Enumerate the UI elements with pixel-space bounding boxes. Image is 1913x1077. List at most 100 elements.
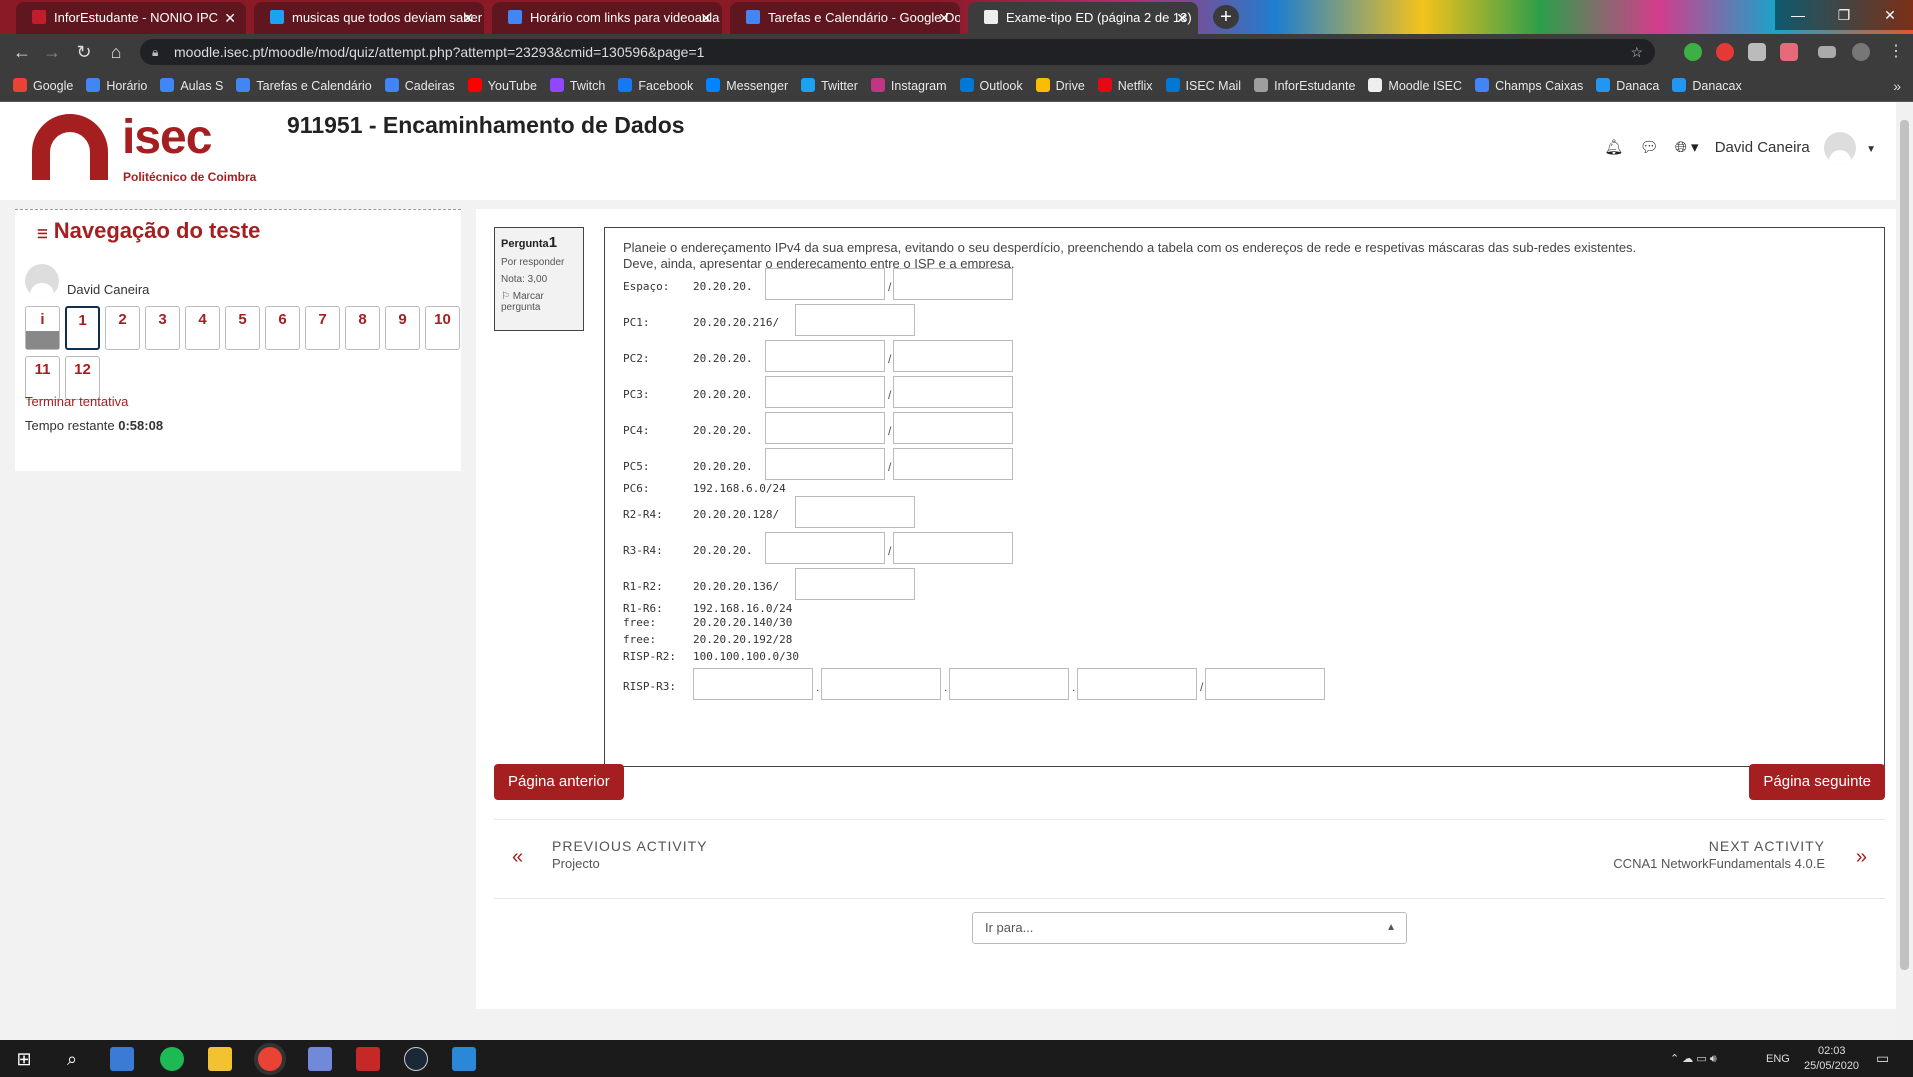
address-input[interactable] [893, 376, 1013, 408]
steam-icon[interactable] [404, 1047, 428, 1071]
browser-tab[interactable]: Exame-tipo ED (página 2 de 13) ✕ [968, 2, 1198, 34]
address-input[interactable] [893, 448, 1013, 480]
clock-time[interactable]: 02:03 [1818, 1045, 1846, 1057]
chat-icon[interactable]: 💬︎ [1640, 132, 1659, 164]
browser-menu-icon[interactable]: ⋮ [1884, 40, 1908, 64]
address-input[interactable] [765, 532, 885, 564]
finish-attempt-link[interactable]: Terminar tentativa [25, 394, 128, 409]
question-nav-button[interactable]: 3 [145, 306, 180, 350]
minimize-button[interactable]: — [1775, 0, 1821, 30]
address-input[interactable] [893, 340, 1013, 372]
address-input[interactable] [893, 532, 1013, 564]
bell-icon[interactable]: 🔔︎ [1604, 132, 1623, 164]
address-input[interactable] [949, 668, 1069, 700]
bookmark-item[interactable]: ISEC Mail [1165, 70, 1241, 101]
question-nav-button[interactable]: 8 [345, 306, 380, 350]
bookmark-item[interactable]: Outlook [959, 70, 1023, 101]
photos-icon[interactable] [452, 1047, 476, 1071]
question-nav-button[interactable]: 7 [305, 306, 340, 350]
address-input[interactable] [795, 304, 915, 336]
bookmark-item[interactable]: InforEstudante [1254, 70, 1355, 101]
profile-avatar-icon[interactable] [1852, 43, 1870, 61]
browser-tab[interactable]: InforEstudante - NONIO IPC ✕ [16, 2, 246, 34]
bookmark-item[interactable]: Twitch [549, 70, 605, 101]
avatar[interactable] [1823, 132, 1856, 165]
bookmark-item[interactable]: Danacax [1672, 70, 1742, 101]
question-nav-button[interactable]: 10 [425, 306, 460, 350]
notifications-icon[interactable]: ▭ [1876, 1050, 1889, 1067]
address-input[interactable] [821, 668, 941, 700]
isec-logo-text[interactable]: isec [122, 110, 212, 165]
language-globe-icon[interactable]: 🌐︎ ▾ [1675, 132, 1699, 164]
browser-tab[interactable]: Horário com links para videoaula ✕ [492, 2, 722, 34]
tab-close-icon[interactable]: ✕ [700, 2, 712, 34]
bookmark-item[interactable]: Drive [1035, 70, 1085, 101]
previous-page-button[interactable]: Página anterior [494, 764, 624, 800]
tab-close-icon[interactable]: ✕ [224, 2, 236, 34]
chevron-left-icon[interactable]: « [512, 846, 523, 869]
windows-start-icon[interactable]: ⊞ [12, 1047, 36, 1071]
clock-date[interactable]: 25/05/2020 [1804, 1060, 1859, 1072]
calendar-app-icon[interactable] [110, 1047, 134, 1071]
user-menu[interactable]: 🔔︎ 💬︎ 🌐︎ ▾ David Caneira ▼ [1604, 132, 1876, 165]
reload-icon[interactable]: ↻ [72, 40, 96, 64]
extension-green-icon[interactable] [1684, 43, 1702, 61]
address-input[interactable] [893, 268, 1013, 300]
bookmarks-overflow-icon[interactable]: » [1893, 70, 1901, 101]
question-nav-button[interactable]: 5 [225, 306, 260, 350]
tab-close-icon[interactable]: ✕ [938, 2, 950, 34]
bookmark-item[interactable]: Google [13, 70, 73, 101]
address-input[interactable] [765, 340, 885, 372]
spotify-icon[interactable] [160, 1047, 184, 1071]
bookmark-item[interactable]: Horário [86, 70, 147, 101]
chevron-down-icon[interactable]: ▼ [1866, 144, 1876, 155]
bookmark-item[interactable]: Moodle ISEC [1368, 70, 1462, 101]
browser-tab[interactable]: Tarefas e Calendário - Google Do ✕ [730, 2, 960, 34]
new-tab-button[interactable]: + [1213, 5, 1239, 29]
question-nav-button[interactable]: 1 [65, 306, 100, 350]
address-input[interactable] [765, 268, 885, 300]
close-window-button[interactable]: ✕ [1867, 0, 1913, 30]
bookmark-item[interactable]: Champs Caixas [1475, 70, 1583, 101]
bookmark-item[interactable]: Aulas S [160, 70, 223, 101]
tab-close-icon[interactable]: ✕ [462, 2, 474, 34]
address-input[interactable] [765, 448, 885, 480]
question-nav-button[interactable]: i [25, 306, 60, 350]
restore-button[interactable]: ❐ [1821, 0, 1867, 30]
address-input[interactable] [693, 668, 813, 700]
tray-icons[interactable]: ⌃ ☁ ▭ 🔊︎ [1670, 1052, 1717, 1066]
tab-close-icon[interactable]: ✕ [1176, 2, 1188, 34]
language-indicator[interactable]: ENG [1766, 1053, 1790, 1065]
scrollbar-thumb[interactable] [1900, 120, 1909, 970]
question-nav-button[interactable]: 4 [185, 306, 220, 350]
discord-icon[interactable] [308, 1047, 332, 1071]
bookmark-item[interactable]: Messenger [706, 70, 788, 101]
next-page-button[interactable]: Página seguinte [1749, 764, 1885, 800]
address-input[interactable] [765, 412, 885, 444]
bookmark-item[interactable]: Facebook [618, 70, 693, 101]
bookmark-star-icon[interactable]: ☆ [1630, 39, 1643, 65]
chevron-right-icon[interactable]: » [1856, 846, 1867, 869]
previous-activity-link[interactable]: Projecto [552, 856, 600, 871]
extension-red-icon[interactable] [1716, 43, 1734, 61]
reading-list-icon[interactable] [1818, 46, 1836, 58]
chrome-icon[interactable] [258, 1047, 282, 1071]
address-input[interactable] [1077, 668, 1197, 700]
flag-question-link[interactable]: ⚐ Marcar pergunta [501, 291, 577, 313]
file-explorer-icon[interactable] [208, 1047, 232, 1071]
address-input[interactable] [765, 376, 885, 408]
address-input[interactable] [795, 496, 915, 528]
forward-icon[interactable]: → [40, 40, 64, 64]
url-field[interactable]: 🔒︎ moodle.isec.pt/moodle/mod/quiz/attemp… [140, 39, 1655, 65]
address-input[interactable] [795, 568, 915, 600]
extension-pink-icon[interactable] [1780, 43, 1798, 61]
bookmark-item[interactable]: Danaca [1596, 70, 1659, 101]
extension-grey-icon[interactable] [1748, 43, 1766, 61]
bookmark-item[interactable]: Instagram [870, 70, 947, 101]
address-input[interactable] [1205, 668, 1325, 700]
question-nav-button[interactable]: 6 [265, 306, 300, 350]
bookmark-item[interactable]: Cadeiras [384, 70, 455, 101]
browser-tab[interactable]: musicas que todos deviam saber ✕ [254, 2, 484, 34]
next-activity-link[interactable]: CCNA1 NetworkFundamentals 4.0.E [1613, 856, 1825, 871]
bookmark-item[interactable]: YouTube [467, 70, 537, 101]
